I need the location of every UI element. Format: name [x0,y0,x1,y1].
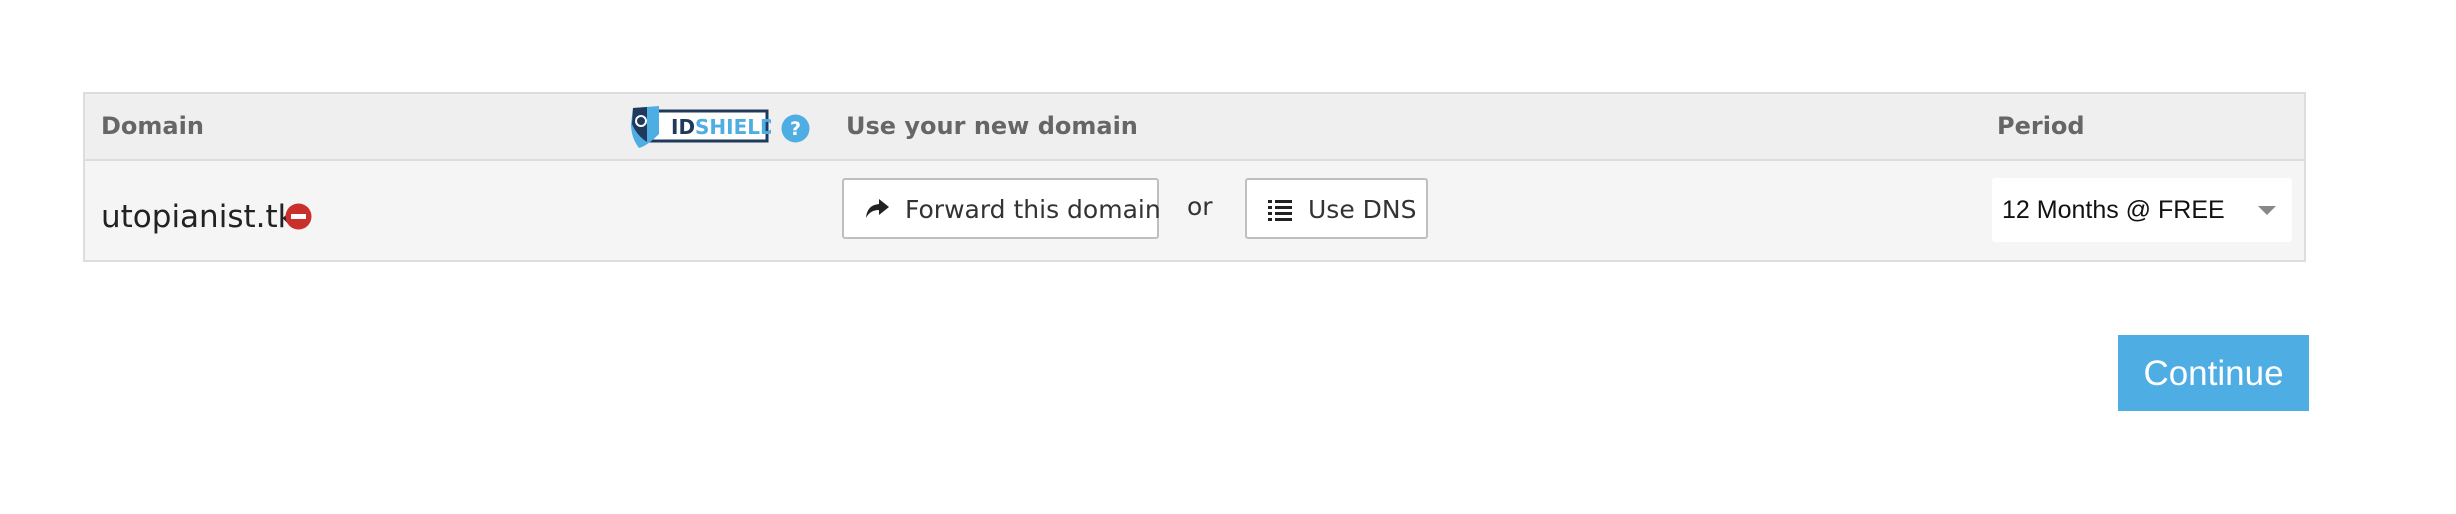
table-row: utopianist.tk Forward this domain or Use… [85,161,2304,260]
idshield-logo: ID SHIELD [631,106,771,148]
period-select[interactable]: 12 Months @ FREE [1992,178,2292,242]
table-header: Domain ID SHIELD ? Use your new domain P… [85,94,2304,161]
list-icon [1268,200,1292,221]
caret-down-icon [2258,206,2276,215]
domain-name: utopianist.tk [101,199,296,235]
header-domain: Domain [101,112,204,140]
svg-text:?: ? [790,118,801,140]
continue-button[interactable]: Continue [2118,335,2309,411]
idshield-logo-shield: SHIELD [695,115,771,139]
forward-domain-button[interactable]: Forward this domain [842,178,1161,239]
share-arrow-icon [866,199,889,218]
or-separator: or [1187,192,1213,221]
minus-circle-icon[interactable] [285,203,312,230]
help-circle-icon[interactable]: ? [781,114,810,143]
header-use-new-domain: Use your new domain [846,112,1138,140]
idshield-logo-id: ID [671,115,695,139]
use-dns-label: Use DNS [1308,195,1417,224]
forward-domain-label: Forward this domain [905,195,1161,224]
header-period: Period [1997,112,2085,140]
period-selected-value: 12 Months @ FREE [2002,196,2225,224]
use-dns-button[interactable]: Use DNS [1245,178,1428,239]
domain-table: Domain ID SHIELD ? Use your new domain P… [83,92,2306,262]
